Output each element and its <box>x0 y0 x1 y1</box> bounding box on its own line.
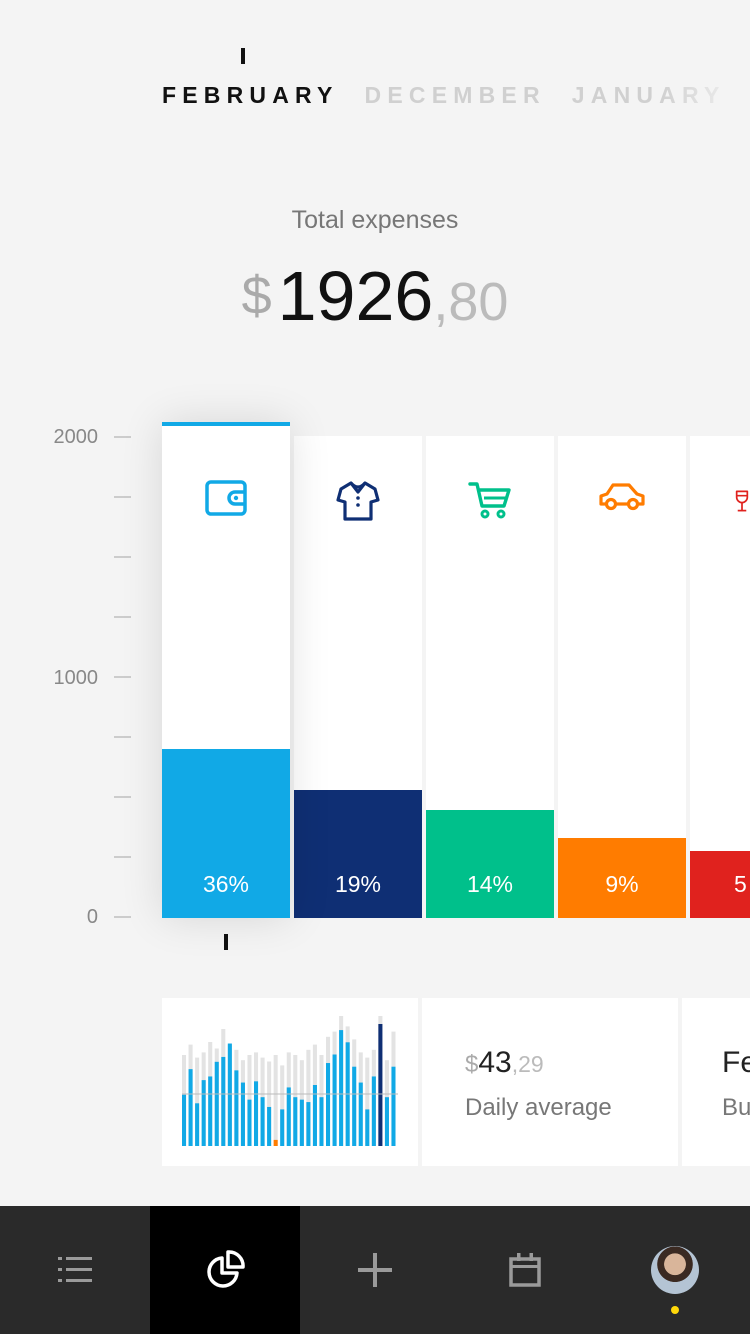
category-bar-wallet[interactable]: 36% <box>162 422 290 918</box>
bar-percent-label: 36% <box>202 871 250 897</box>
category-bar-drinks[interactable]: 5 <box>690 436 750 918</box>
mini-chart-bar <box>227 1043 232 1146</box>
mini-chart-bar <box>378 1024 383 1146</box>
mini-chart-bar <box>352 1066 357 1146</box>
plus-icon <box>358 1253 392 1287</box>
notification-dot <box>671 1306 679 1314</box>
bar-percent-label: 9% <box>605 871 639 897</box>
mini-chart-bar <box>273 1139 278 1146</box>
daily-average-card[interactable]: $43,29 Daily average <box>422 998 678 1166</box>
category-bar-shopping[interactable]: 14% <box>426 436 554 918</box>
shirt-icon <box>336 481 380 521</box>
summary-card-partial[interactable]: Fe Bu <box>682 998 750 1166</box>
mini-chart-bar <box>299 1099 304 1146</box>
nav-list-button[interactable] <box>0 1206 150 1334</box>
month-indicator <box>241 48 245 64</box>
bottom-navigation <box>0 1206 750 1334</box>
daily-average-label: Daily average <box>465 1094 612 1121</box>
card-title: Fe <box>722 1046 750 1079</box>
mini-chart-bar <box>201 1080 206 1146</box>
currency-symbol: $ <box>241 266 272 326</box>
mini-chart-bar <box>221 1056 226 1146</box>
mini-chart-bar <box>358 1082 363 1146</box>
mini-chart-bar <box>384 1097 389 1146</box>
y-tick <box>114 736 131 738</box>
y-tick-label: 1000 <box>53 667 99 689</box>
total-expenses-label: Total expenses <box>291 206 459 234</box>
tabs-fade <box>660 70 750 120</box>
cart-icon <box>468 482 511 519</box>
y-tick <box>114 916 131 918</box>
mini-chart-bar <box>254 1081 259 1146</box>
mini-chart-bar <box>332 1054 337 1146</box>
daily-spending-mini-chart <box>182 1016 398 1146</box>
mini-chart-bar <box>247 1099 252 1146</box>
selected-bar-marker <box>224 934 228 950</box>
mini-chart-bar <box>267 1106 272 1146</box>
y-tick-label: 0 <box>86 906 98 928</box>
car-icon <box>599 483 645 511</box>
selected-bar-indicator <box>162 422 290 426</box>
pie-chart-icon <box>207 1250 245 1288</box>
mini-chart-bg-bar <box>273 1055 278 1146</box>
month-tab-december[interactable]: DECEMBER <box>365 82 546 109</box>
nav-add-button[interactable] <box>300 1206 450 1334</box>
y-tick <box>114 556 131 558</box>
nav-statistics-button[interactable] <box>150 1206 300 1334</box>
total-expenses-amount: $1926,80 <box>0 256 750 336</box>
bar-percent-label: 19% <box>334 871 382 897</box>
nav-calendar-button[interactable] <box>450 1206 600 1334</box>
mini-chart-bar <box>293 1097 298 1146</box>
mini-chart-bar <box>286 1087 291 1146</box>
mini-chart-bar <box>208 1076 213 1146</box>
daily-chart-card[interactable] <box>162 998 418 1166</box>
mini-chart-bar <box>326 1063 331 1146</box>
avatar <box>651 1246 699 1294</box>
bar-fill <box>426 810 554 918</box>
bar-percent-label: 5 <box>734 871 747 897</box>
amount-decimal: ,29 <box>511 1051 544 1077</box>
mini-chart-bar <box>182 1094 187 1146</box>
amount-integer: 43 <box>478 1046 512 1079</box>
category-bar-car[interactable]: 9% <box>558 436 686 918</box>
y-tick <box>114 496 131 498</box>
mini-chart-bar <box>319 1097 324 1146</box>
wine-glass-icon <box>735 490 749 512</box>
y-tick <box>114 796 131 798</box>
mini-chart-bar <box>280 1109 285 1146</box>
y-tick <box>114 616 131 618</box>
currency-symbol: $ <box>465 1051 479 1078</box>
mini-chart-bar <box>260 1097 265 1146</box>
wallet-icon <box>205 480 247 516</box>
list-icon <box>58 1257 92 1282</box>
mini-chart-bar <box>371 1076 376 1146</box>
y-tick <box>114 856 131 858</box>
amount-integer: 1926 <box>277 257 434 335</box>
mini-chart-bar <box>391 1066 396 1146</box>
mini-chart-bar <box>214 1061 219 1146</box>
mini-chart-bar <box>365 1109 370 1146</box>
calendar-icon <box>509 1253 541 1287</box>
y-tick <box>114 436 131 438</box>
y-tick <box>114 676 131 678</box>
mini-chart-bar <box>306 1102 311 1146</box>
month-tab-february[interactable]: FEBRUARY <box>162 82 339 109</box>
bar-fill <box>294 790 422 918</box>
card-subtitle: Bu <box>722 1094 750 1121</box>
mini-chart-bar <box>195 1103 200 1146</box>
mini-chart-bar <box>240 1082 245 1146</box>
expenses-screen: FEBRUARY DECEMBER JANUARY Total expenses $… <box>0 0 750 1334</box>
mini-chart-bar <box>339 1030 344 1146</box>
mini-chart-bar <box>188 1069 193 1146</box>
bar-percent-label: 14% <box>466 871 514 897</box>
y-tick-label: 2000 <box>53 426 99 448</box>
nav-profile-button[interactable] <box>600 1206 750 1334</box>
mini-chart-bar <box>234 1070 239 1146</box>
amount-decimal: ,80 <box>433 272 509 332</box>
category-bar-clothes[interactable]: 19% <box>294 436 422 918</box>
daily-average-amount: $43,29 <box>465 1046 544 1080</box>
